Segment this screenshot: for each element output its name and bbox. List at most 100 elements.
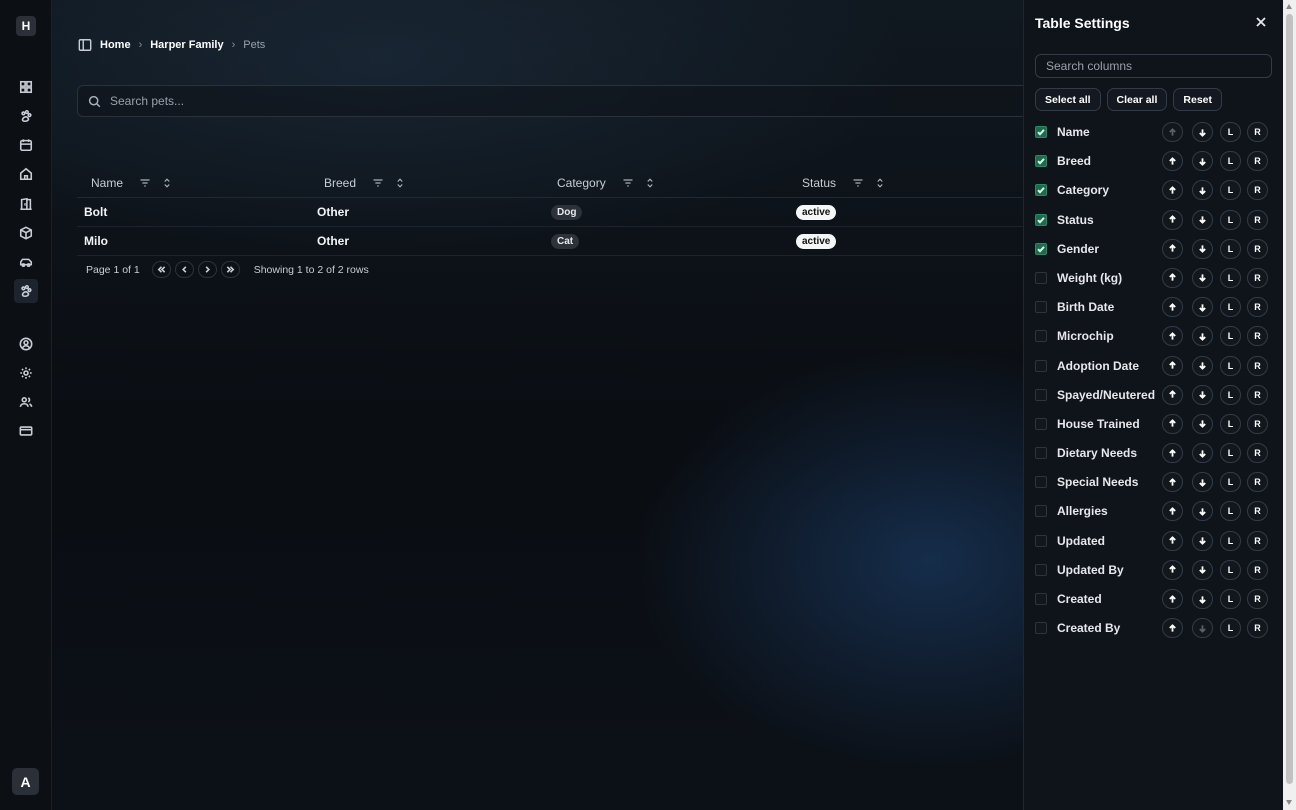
workspace-logo[interactable]: H (16, 16, 36, 36)
users-icon[interactable] (17, 393, 35, 411)
column-visibility-checkbox[interactable] (1035, 155, 1047, 168)
move-up-button[interactable] (1162, 122, 1183, 142)
move-up-button[interactable] (1162, 180, 1183, 201)
pin-left-button[interactable]: L (1220, 589, 1241, 609)
pin-right-button[interactable]: R (1247, 443, 1268, 464)
column-visibility-checkbox[interactable] (1035, 563, 1047, 576)
car-icon[interactable] (17, 253, 35, 271)
first-page-button[interactable] (151, 261, 171, 278)
filter-icon[interactable] (622, 177, 634, 189)
column-visibility-checkbox[interactable] (1035, 534, 1047, 547)
move-down-button[interactable] (1192, 122, 1213, 142)
pin-left-button[interactable]: L (1220, 443, 1241, 464)
column-visibility-checkbox[interactable] (1035, 242, 1047, 255)
clear-all-button[interactable]: Clear all (1106, 88, 1168, 111)
table-row[interactable]: Bolt Other Dog active (77, 198, 1024, 227)
select-all-button[interactable]: Select all (1035, 88, 1101, 111)
pin-left-button[interactable]: L (1220, 384, 1241, 405)
pin-left-button[interactable]: L (1220, 122, 1241, 142)
move-up-button[interactable] (1162, 589, 1183, 609)
column-visibility-checkbox[interactable] (1035, 447, 1047, 460)
search-input[interactable] (110, 94, 910, 108)
pin-right-button[interactable]: R (1247, 180, 1268, 201)
pet-search-box[interactable] (77, 85, 1037, 117)
move-down-button[interactable] (1192, 413, 1213, 434)
column-visibility-checkbox[interactable] (1035, 388, 1047, 401)
close-button[interactable] (1255, 15, 1267, 27)
move-up-button[interactable] (1162, 151, 1183, 172)
breadcrumb-family[interactable]: Harper Family (150, 39, 223, 51)
dashboard-icon[interactable] (17, 78, 35, 96)
sort-icon[interactable] (394, 177, 406, 189)
move-down-button[interactable] (1192, 151, 1213, 172)
move-down-button[interactable] (1192, 501, 1213, 522)
pin-left-button[interactable]: L (1220, 151, 1241, 172)
pin-right-button[interactable]: R (1247, 151, 1268, 172)
column-visibility-checkbox[interactable] (1035, 593, 1047, 605)
move-up-button[interactable] (1162, 472, 1183, 493)
move-up-button[interactable] (1162, 559, 1183, 580)
column-search-box[interactable] (1035, 54, 1272, 78)
package-icon[interactable] (17, 224, 35, 242)
pin-left-button[interactable]: L (1220, 618, 1241, 639)
column-visibility-checkbox[interactable] (1035, 301, 1047, 314)
move-up-button[interactable] (1162, 297, 1183, 318)
scroll-up-arrow-icon[interactable] (1286, 4, 1292, 9)
reset-button[interactable]: Reset (1173, 88, 1222, 111)
move-down-button[interactable] (1192, 267, 1213, 288)
column-visibility-checkbox[interactable] (1035, 359, 1047, 372)
move-down-button[interactable] (1192, 355, 1213, 376)
pin-right-button[interactable]: R (1247, 559, 1268, 580)
move-up-button[interactable] (1162, 384, 1183, 405)
home-icon[interactable] (17, 165, 35, 183)
user-avatar[interactable]: A (12, 768, 39, 795)
move-up-button[interactable] (1162, 355, 1183, 376)
sidebar-toggle-icon[interactable] (78, 38, 92, 52)
pin-right-button[interactable]: R (1247, 618, 1268, 639)
door-icon[interactable] (17, 195, 35, 213)
pin-left-button[interactable]: L (1220, 326, 1241, 347)
column-header-breed[interactable]: Breed (324, 168, 416, 198)
pin-right-button[interactable]: R (1247, 413, 1268, 434)
move-down-button[interactable] (1192, 384, 1213, 405)
move-down-button[interactable] (1192, 618, 1213, 639)
column-search-input[interactable] (1046, 59, 1266, 73)
pin-right-button[interactable]: R (1247, 326, 1268, 347)
move-up-button[interactable] (1162, 238, 1183, 259)
column-visibility-checkbox[interactable] (1035, 330, 1047, 343)
pin-right-button[interactable]: R (1247, 297, 1268, 318)
column-visibility-checkbox[interactable] (1035, 126, 1047, 138)
pets-icon[interactable] (14, 279, 38, 303)
move-down-button[interactable] (1192, 297, 1213, 318)
last-page-button[interactable] (220, 261, 240, 278)
column-visibility-checkbox[interactable] (1035, 184, 1047, 197)
filter-icon[interactable] (372, 177, 384, 189)
pin-left-button[interactable]: L (1220, 209, 1241, 230)
column-visibility-checkbox[interactable] (1035, 476, 1047, 489)
column-visibility-checkbox[interactable] (1035, 417, 1047, 430)
pin-left-button[interactable]: L (1220, 180, 1241, 201)
move-down-button[interactable] (1192, 209, 1213, 230)
credit-card-icon[interactable] (17, 422, 35, 440)
move-down-button[interactable] (1192, 530, 1213, 551)
column-visibility-checkbox[interactable] (1035, 622, 1047, 635)
column-visibility-checkbox[interactable] (1035, 271, 1047, 284)
sort-icon[interactable] (161, 177, 173, 189)
pin-right-button[interactable]: R (1247, 238, 1268, 259)
pin-right-button[interactable]: R (1247, 355, 1268, 376)
sort-icon[interactable] (644, 177, 656, 189)
move-up-button[interactable] (1162, 443, 1183, 464)
prev-page-button[interactable] (174, 261, 194, 278)
sort-icon[interactable] (874, 177, 886, 189)
scrollbar-thumb[interactable] (1286, 14, 1293, 784)
filter-icon[interactable] (852, 177, 864, 189)
paw-icon[interactable] (17, 107, 35, 125)
move-up-button[interactable] (1162, 267, 1183, 288)
pin-right-button[interactable]: R (1247, 267, 1268, 288)
pin-left-button[interactable]: L (1220, 472, 1241, 493)
pin-left-button[interactable]: L (1220, 355, 1241, 376)
column-header-status[interactable]: Status (802, 168, 896, 198)
column-visibility-checkbox[interactable] (1035, 213, 1047, 226)
move-up-button[interactable] (1162, 530, 1183, 551)
pin-left-button[interactable]: L (1220, 559, 1241, 580)
